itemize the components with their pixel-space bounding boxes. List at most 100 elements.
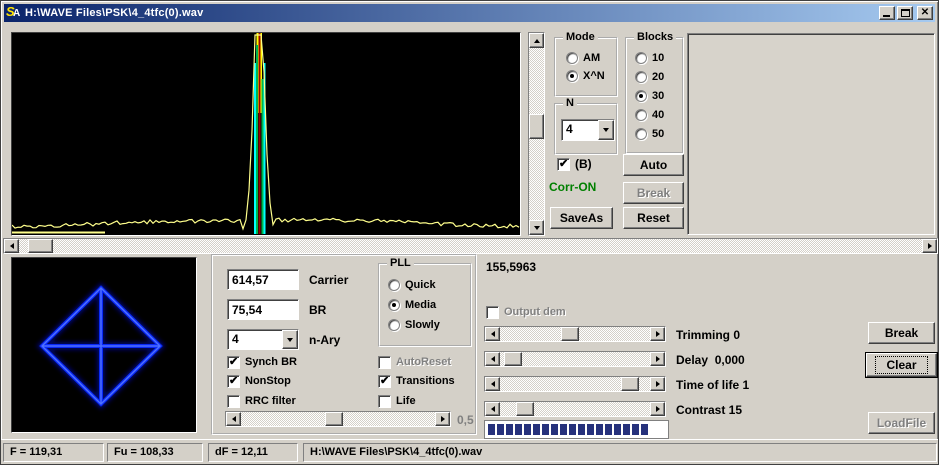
radio-blocks-30[interactable]: 30 [635,89,664,103]
title-bar[interactable]: S A H:\WAVE Files\PSK\4_4tfc(0).wav ✕ [4,4,935,22]
radio-circle[interactable] [388,319,400,331]
radio-circle[interactable] [635,128,647,140]
radio-media[interactable]: Media [388,298,436,312]
checkbox-box[interactable]: ✔ [227,374,240,388]
close-button[interactable]: ✕ [917,6,933,20]
br-input[interactable]: 75,54 [227,299,299,320]
arrow-left-icon [490,356,495,362]
checkbox-label: AutoReset [396,356,452,368]
spectrum-vertical-scrollbar[interactable] [528,32,545,236]
synch-br-checkbox[interactable]: ✔ Synch BR [227,355,297,369]
nary-dropdown[interactable]: 4 [227,329,299,350]
break-button[interactable]: Break [868,322,935,344]
scroll-down-button[interactable] [529,220,544,235]
radio-xn[interactable]: X^N [566,69,605,83]
radio-circle[interactable] [635,109,647,121]
minimize-button[interactable] [879,6,895,20]
scrollbar-thumb[interactable] [27,239,53,253]
constellation-plot [36,282,166,410]
scrollbar-thumb[interactable] [529,114,544,140]
scroll-left-button[interactable] [4,239,19,253]
progress-segment [596,424,603,435]
arrow-left-icon [490,406,495,412]
transitions-checkbox[interactable]: ✔ Transitions [378,374,455,388]
carrier-input[interactable]: 614,57 [227,269,299,290]
checkbox-box[interactable]: ✔ [227,394,240,408]
checkbox-box[interactable]: ✔ [378,394,391,408]
contrast-slider[interactable] [484,401,666,417]
rrc-filter-checkbox[interactable]: ✔ RRC filter [227,394,296,408]
slider-left-button[interactable] [485,377,500,391]
progress-segment [578,424,585,435]
progress-segment [623,424,630,435]
checkbox-box[interactable]: ✔ [378,374,391,388]
radio-quick[interactable]: Quick [388,278,436,292]
pll-groupbox: PLL Quick Media Slowly [378,257,472,347]
radio-circle[interactable] [635,52,647,64]
radio-xn-circle[interactable] [566,70,578,82]
nonstop-checkbox[interactable]: ✔ NonStop [227,374,291,388]
maximize-button[interactable] [897,6,913,20]
arrow-right-icon [655,381,660,387]
constellation-display [11,257,197,433]
spectrum-display [11,32,521,236]
radio-circle[interactable] [635,90,647,102]
saveas-button[interactable]: SaveAs [550,207,613,229]
reset-button[interactable]: Reset [623,207,684,229]
progress-segment [533,424,540,435]
slider-left-button[interactable] [485,327,500,341]
auto-button[interactable]: Auto [623,154,684,176]
n-dropdown[interactable]: 4 [561,119,615,141]
b-checkbox-box[interactable]: ✔ [557,157,570,171]
maximize-icon [900,9,910,17]
dropdown-button[interactable] [598,120,614,140]
radio-am[interactable]: AM [566,51,600,65]
radio-slowly[interactable]: Slowly [388,318,440,332]
slider-left-button[interactable] [485,402,500,416]
b-checkbox[interactable]: ✔ (B) [557,157,592,171]
life-checkbox[interactable]: ✔ Life [378,394,416,408]
status-f: F = 119,31 [3,443,104,462]
slider-thumb[interactable] [515,402,534,416]
radio-blocks-20[interactable]: 20 [635,70,664,84]
trimming-slider[interactable] [484,326,666,342]
radio-blocks-50[interactable]: 50 [635,127,664,141]
slider-thumb[interactable] [560,327,579,341]
checkbox-box[interactable]: ✔ [227,355,240,369]
arrow-down-icon [533,225,540,230]
slider-left-button[interactable] [485,352,500,366]
n-groupbox: N 4 [554,97,618,155]
rolloff-slider[interactable] [225,411,451,427]
radio-am-circle[interactable] [566,52,578,64]
radio-blocks-40[interactable]: 40 [635,108,664,122]
corr-status: Corr-ON [549,180,597,194]
slider-right-button[interactable] [435,412,450,426]
radio-label: 50 [652,128,665,140]
radio-label: 40 [652,109,665,121]
slider-thumb[interactable] [325,412,344,426]
slider-right-button[interactable] [650,327,665,341]
clear-button[interactable]: Clear [866,353,937,377]
spectrum-horizontal-scrollbar[interactable] [3,238,938,254]
br-label: BR [309,303,327,317]
empty-panel [687,33,935,235]
time-of-life-slider[interactable] [484,376,666,392]
slider-right-button[interactable] [650,402,665,416]
slider-right-button[interactable] [650,377,665,391]
progress-segment [524,424,531,435]
chevron-down-icon [603,128,609,132]
dropdown-button[interactable] [282,330,298,349]
close-icon: ✕ [920,7,930,18]
radio-blocks-10[interactable]: 10 [635,51,664,65]
radio-circle[interactable] [635,71,647,83]
trimming-label: Trimming 0 [676,328,741,342]
radio-circle[interactable] [388,299,400,311]
scroll-up-button[interactable] [529,33,544,48]
slider-left-button[interactable] [226,412,241,426]
slider-thumb[interactable] [621,377,640,391]
slider-right-button[interactable] [650,352,665,366]
delay-slider[interactable] [484,351,666,367]
radio-circle[interactable] [388,279,400,291]
scroll-right-button[interactable] [922,239,937,253]
slider-thumb[interactable] [503,352,522,366]
